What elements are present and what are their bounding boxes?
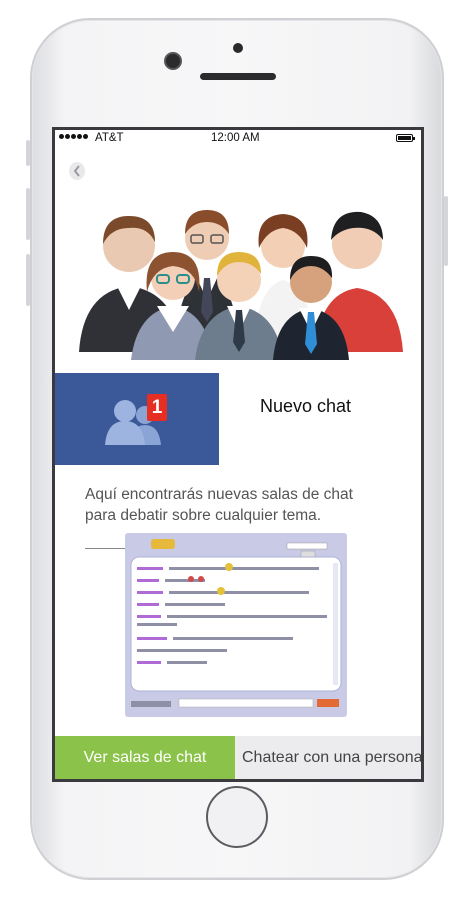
- divider: [85, 548, 129, 549]
- front-camera: [164, 52, 182, 70]
- front-sensor: [233, 43, 243, 53]
- group-icon: [105, 400, 161, 445]
- earpiece-speaker: [200, 73, 276, 80]
- notification-badge: 1: [147, 394, 167, 421]
- people-illustration: [79, 210, 403, 360]
- volume-down-button: [26, 254, 30, 306]
- view-chat-rooms-button[interactable]: Ver salas de chat: [55, 736, 235, 779]
- battery-icon: [396, 134, 415, 142]
- status-bar: AT&T 12:00 AM: [55, 130, 421, 148]
- chat-with-person-button[interactable]: Chatear con una persona: [235, 736, 421, 779]
- power-button: [444, 196, 448, 266]
- carrier-label: AT&T: [95, 132, 124, 144]
- phone-screen: AT&T 12:00 AM 1 Nuevo chat Aquí encontra…: [52, 127, 424, 782]
- chat-room-preview-image: [125, 533, 347, 717]
- page-title: Nuevo chat: [260, 396, 352, 416]
- notification-banner: 1: [55, 373, 219, 465]
- home-button[interactable]: [206, 786, 268, 848]
- mute-switch: [26, 140, 30, 166]
- back-arrow-icon[interactable]: [69, 162, 85, 180]
- clock: 12:00 AM: [211, 132, 260, 144]
- volume-up-button: [26, 188, 30, 240]
- app-view: AT&T 12:00 AM 1 Nuevo chat Aquí encontra…: [55, 130, 421, 779]
- signal-icon: [59, 134, 88, 139]
- description-text: Aquí encontrarás nuevas salas de chat pa…: [85, 486, 353, 524]
- bottom-action-bar: Ver salas de chat Chatear con una person…: [55, 736, 421, 779]
